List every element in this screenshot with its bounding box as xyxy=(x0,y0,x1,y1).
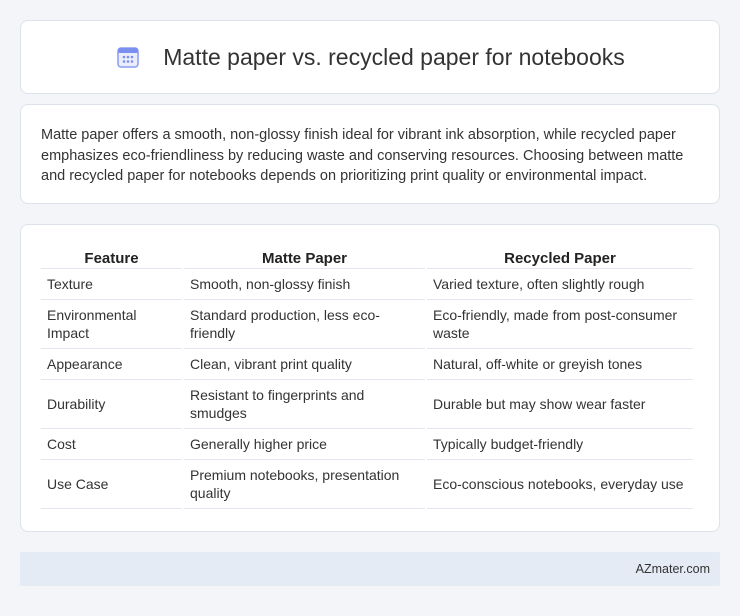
footer-bar: AZmater.com xyxy=(20,552,720,586)
table-row: Use Case Premium notebooks, presentation… xyxy=(41,460,693,509)
table-cell: Smooth, non-glossy finish xyxy=(184,269,425,300)
column-header-matte: Matte Paper xyxy=(184,245,425,269)
table-cell: Varied texture, often slightly rough xyxy=(427,269,693,300)
table-cell: Generally higher price xyxy=(184,429,425,460)
table-row: Texture Smooth, non-glossy finish Varied… xyxy=(41,269,693,300)
table-cell: Durable but may show wear faster xyxy=(427,380,693,429)
table-header-row: Feature Matte Paper Recycled Paper xyxy=(41,245,693,269)
table-cell: Clean, vibrant print quality xyxy=(184,349,425,380)
intro-paragraph: Matte paper offers a smooth, non-glossy … xyxy=(41,127,684,184)
table-cell: Eco-friendly, made from post-consumer wa… xyxy=(427,300,693,349)
table-row: Environmental Impact Standard production… xyxy=(41,300,693,349)
title-card: Matte paper vs. recycled paper for noteb… xyxy=(20,20,720,94)
table-cell: Resistant to fingerprints and smudges xyxy=(184,380,425,429)
table-cell: Durability xyxy=(41,380,182,429)
column-header-feature: Feature xyxy=(41,245,182,269)
table-cell: Eco-conscious notebooks, everyday use xyxy=(427,460,693,509)
comparison-table: Feature Matte Paper Recycled Paper Textu… xyxy=(39,245,695,509)
page-title: Matte paper vs. recycled paper for noteb… xyxy=(163,43,625,70)
table-cell: Standard production, less eco-friendly xyxy=(184,300,425,349)
calendar-icon xyxy=(117,47,139,68)
table-cell: Premium notebooks, presentation quality xyxy=(184,460,425,509)
table-row: Cost Generally higher price Typically bu… xyxy=(41,429,693,460)
table-cell: Texture xyxy=(41,269,182,300)
table-cell: Use Case xyxy=(41,460,182,509)
table-row: Appearance Clean, vibrant print quality … xyxy=(41,349,693,380)
table-cell: Natural, off-white or greyish tones xyxy=(427,349,693,380)
table-cell: Appearance xyxy=(41,349,182,380)
comparison-card: Feature Matte Paper Recycled Paper Textu… xyxy=(20,224,720,532)
table-cell: Typically budget-friendly xyxy=(427,429,693,460)
table-row: Durability Resistant to fingerprints and… xyxy=(41,380,693,429)
column-header-recycled: Recycled Paper xyxy=(427,245,693,269)
intro-card: Matte paper offers a smooth, non-glossy … xyxy=(20,104,720,204)
table-cell: Cost xyxy=(41,429,182,460)
footer-site-link[interactable]: AZmater.com xyxy=(636,562,710,576)
table-cell: Environmental Impact xyxy=(41,300,182,349)
